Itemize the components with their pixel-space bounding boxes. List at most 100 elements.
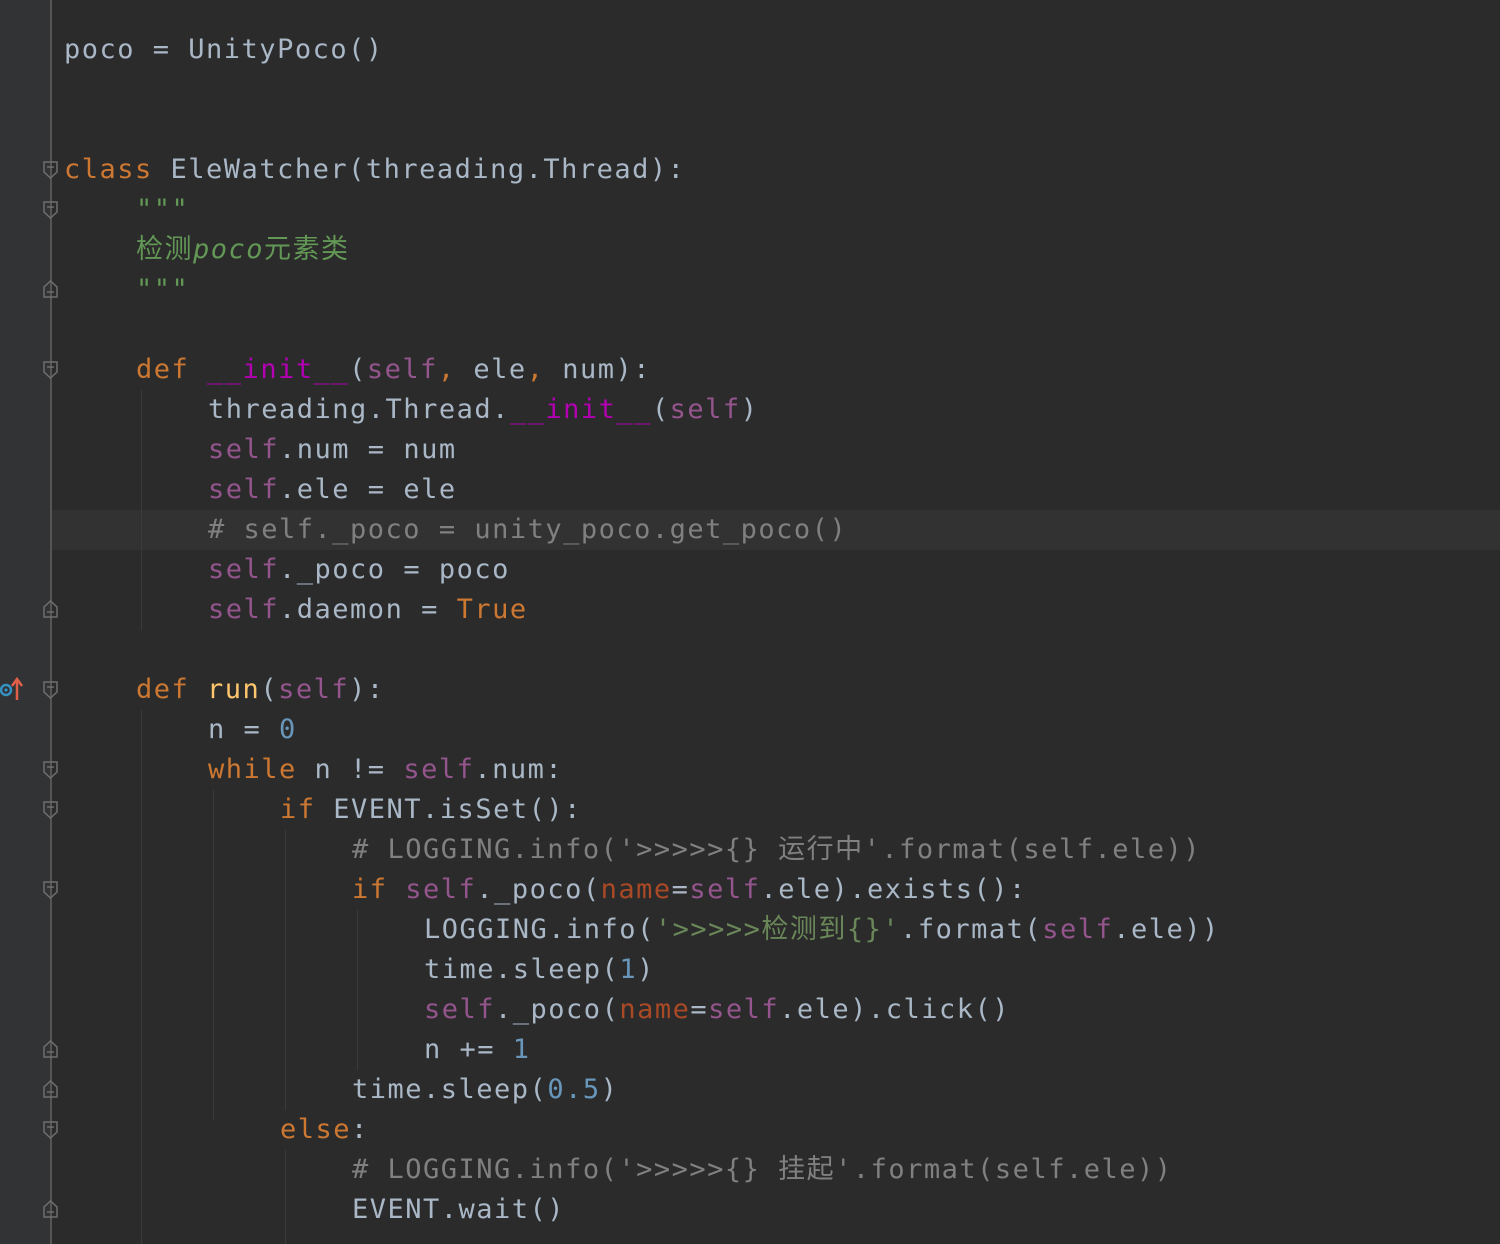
code-token-self: self [689,874,761,905]
fold-start-icon[interactable] [43,201,58,219]
indent-guide [285,830,286,1110]
code-editor[interactable]: poco = UnityPoco() class EleWatcher(thre… [0,0,1500,1244]
code-token-number: 0 [279,714,297,745]
code-token-self: self [405,874,477,905]
override-method-icon[interactable] [0,676,24,704]
code-token-param: name [619,994,691,1025]
code-token: = [690,994,709,1025]
code-line-15[interactable]: self.daemon = True [208,590,528,630]
code-token: ) [600,1074,619,1105]
indent-guide [141,390,142,630]
indent-guide [141,710,142,1244]
code-token-keyword: while [208,754,297,785]
code-token-self: self [208,474,280,505]
code-token: EVENT.isSet(): [315,794,582,825]
code-token-magic: __init__ [509,394,652,425]
code-token: poco = UnityPoco() [64,34,384,65]
code-token-self: self [208,594,280,625]
code-line-1[interactable]: poco = UnityPoco() [64,30,384,70]
code-line-22[interactable]: if self._poco(name=self.ele).exists(): [352,870,1027,910]
code-token-keyword: else [280,1114,352,1145]
fold-end-icon[interactable] [43,1040,58,1058]
code-token: .num = num [279,434,457,465]
code-line-20[interactable]: if EVENT.isSet(): [280,790,582,830]
code-token: = [671,874,690,905]
code-token-param: name [600,874,672,905]
code-token-docstring: """ [136,194,190,225]
code-token: ) [637,954,655,985]
code-token: .daemon = [279,594,457,625]
code-line-18[interactable]: n = 0 [208,710,297,750]
code-token: .num: [474,754,564,785]
code-token: threading.Thread. [208,394,510,425]
code-line-10[interactable]: threading.Thread.__init__(self) [208,390,758,430]
code-line-24[interactable]: time.sleep(1) [424,950,655,990]
code-token-self: self [424,994,496,1025]
code-token-self: self [669,394,741,425]
code-line-17[interactable]: def run(self): [136,670,385,710]
fold-end-icon[interactable] [43,600,58,618]
fold-start-icon[interactable] [43,801,58,819]
code-line-5[interactable]: """ [136,190,189,230]
code-token-keyword: if [280,794,316,825]
code-line-21[interactable]: # LOGGING.info('>>>>>{} 运行中'.format(self… [352,830,1201,870]
code-line-27[interactable]: time.sleep(0.5) [352,1070,618,1110]
code-token-number: 1 [619,954,638,985]
fold-end-icon[interactable] [43,280,58,298]
fold-end-icon[interactable] [43,1200,58,1218]
code-token-magic: __init__ [207,354,350,385]
code-line-12[interactable]: self.ele = ele [208,470,457,510]
code-line-26[interactable]: n += 1 [424,1030,531,1070]
code-line-19[interactable]: while n != self.num: [208,750,563,790]
code-token: : [351,1114,369,1145]
code-token: .format( [900,914,1043,945]
code-line-6[interactable]: 检测poco元素类 [136,230,350,270]
fold-start-icon[interactable] [43,161,58,179]
code-token-self: self [366,354,438,385]
fold-start-icon[interactable] [43,681,58,699]
code-line-23[interactable]: LOGGING.info('>>>>>检测到{}'.format(self.el… [424,910,1220,950]
code-token: ele [473,354,527,385]
code-line-7[interactable]: """ [136,270,189,310]
code-line-30[interactable]: EVENT.wait() [352,1190,565,1230]
code-token-keyword: def [136,674,190,705]
code-token-self: self [278,674,350,705]
code-token: n = [208,714,280,745]
code-line-28[interactable]: else: [280,1110,369,1150]
code-token-docstring: poco [193,234,265,265]
fold-start-icon[interactable] [43,881,58,899]
fold-start-icon[interactable] [43,761,58,779]
code-token-keyword: class [64,154,153,185]
code-token-keyword: True [456,594,528,625]
code-line-25[interactable]: self._poco(name=self.ele).click() [424,990,1010,1030]
code-token: EVENT.wait() [352,1194,566,1225]
fold-start-icon[interactable] [43,1121,58,1139]
code-line-9[interactable]: def __init__(self, ele, num): [136,350,651,390]
code-token: n != [296,754,404,785]
code-line-13[interactable]: # self._poco = unity_poco.get_poco() [208,510,847,550]
code-token: num): [562,354,651,385]
code-line-11[interactable]: self.num = num [208,430,457,470]
code-token-self: self [1042,914,1114,945]
code-token-string: '>>>>>检测到{}' [654,914,901,945]
code-line-14[interactable]: self._poco = poco [208,550,510,590]
code-token: ._poco = poco [279,554,510,585]
code-token-comment: # self._poco = unity_poco.get_poco() [208,514,848,545]
code-token-number: 1 [512,1034,531,1065]
code-token: time.sleep( [424,954,620,985]
fold-start-icon[interactable] [43,361,58,379]
indent-guide [357,910,358,1070]
code-token: ._poco( [495,994,620,1025]
code-line-29[interactable]: # LOGGING.info('>>>>>{} 挂起'.format(self.… [352,1150,1172,1190]
fold-end-icon[interactable] [43,1080,58,1098]
code-token-self: self [403,754,475,785]
code-token-comma: , [526,354,563,385]
code-token: ( [651,394,670,425]
code-token-docstring: """ [136,274,190,305]
indent-guide [285,1150,286,1244]
code-token-docstring: 元素类 [264,234,350,265]
code-line-4[interactable]: class EleWatcher(threading.Thread): [64,150,685,190]
code-token-function: run [207,674,261,705]
code-token: ._poco( [476,874,601,905]
